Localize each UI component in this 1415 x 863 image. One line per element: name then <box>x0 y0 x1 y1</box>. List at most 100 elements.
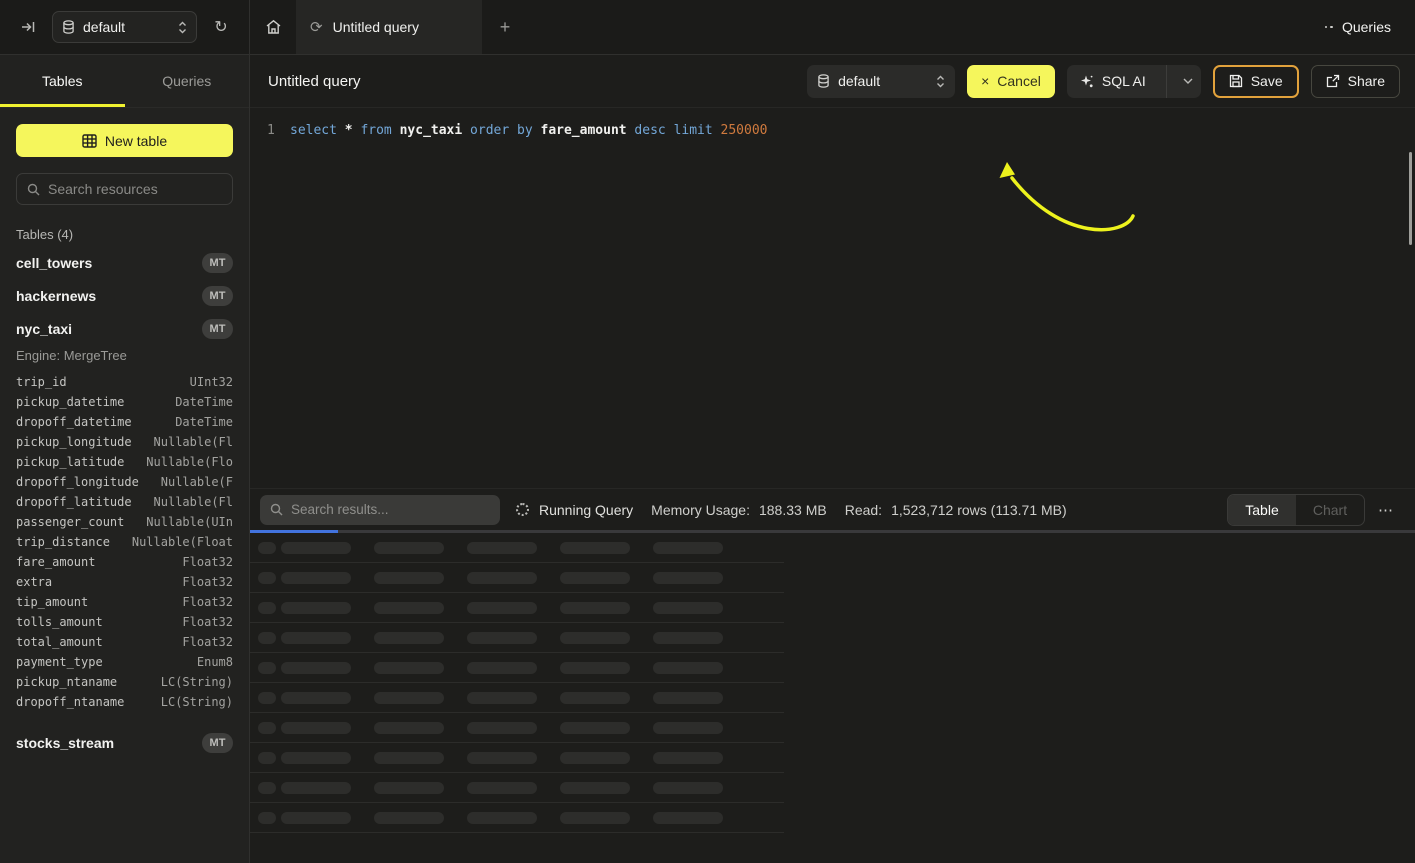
collapse-sidebar-icon[interactable] <box>14 13 42 41</box>
button-divider <box>1166 65 1167 98</box>
table-item-hackernews[interactable]: hackernewsMT <box>16 279 233 312</box>
refresh-icon[interactable]: ↻ <box>207 13 235 41</box>
column-row: trip_distanceNullable(Float <box>16 532 233 552</box>
skeleton-cell <box>281 722 351 734</box>
skeleton-cell <box>467 692 537 704</box>
query-database-selector[interactable]: default <box>807 65 955 98</box>
skeleton-row <box>250 623 784 653</box>
sql-code: select * from nyc_taxi order by fare_amo… <box>290 121 768 141</box>
sidebar-tab-tables[interactable]: Tables <box>0 55 125 107</box>
column-row: passenger_countNullable(UIn <box>16 512 233 532</box>
database-selector[interactable]: default <box>52 11 197 43</box>
skeleton-cell <box>560 812 630 824</box>
skeleton-cell <box>258 752 276 764</box>
sidebar-tab-queries[interactable]: Queries <box>125 55 250 107</box>
skeleton-cell <box>281 542 351 554</box>
results-search-input[interactable] <box>291 502 490 517</box>
skeleton-cell <box>258 632 276 644</box>
cancel-button[interactable]: × Cancel <box>967 65 1055 98</box>
save-label: Save <box>1251 73 1283 89</box>
table-item-stocks_stream[interactable]: stocks_streamMT <box>16 726 233 759</box>
skeleton-cell <box>374 632 444 644</box>
skeleton-cell <box>374 692 444 704</box>
tables-list: cell_towersMThackernewsMTnyc_taxiMTEngin… <box>16 246 233 759</box>
database-icon <box>817 74 830 88</box>
column-row: extraFloat32 <box>16 572 233 592</box>
skeleton-cell <box>281 812 351 824</box>
engine-badge: MT <box>202 253 233 273</box>
tab-bar: ⟳ Untitled query + Queries <box>250 0 1415 55</box>
skeleton-cell <box>467 632 537 644</box>
column-row: dropoff_ntanameLC(String) <box>16 692 233 712</box>
new-table-button[interactable]: New table <box>16 124 233 157</box>
save-button[interactable]: Save <box>1213 65 1299 98</box>
skeleton-row <box>250 803 784 833</box>
save-icon <box>1229 74 1243 88</box>
new-tab-button[interactable]: + <box>482 0 528 54</box>
skeleton-cell <box>467 602 537 614</box>
query-status: Running Query <box>539 502 633 518</box>
skeleton-cell <box>467 542 537 554</box>
results-toolbar: Running Query Memory Usage: 188.33 MB Re… <box>250 489 1415 530</box>
column-type: Nullable(F <box>161 475 233 489</box>
columns-list: trip_id UInt32 pickup_datetimeDateTimedrop… <box>16 372 233 712</box>
top-bar-left: default ↻ <box>0 0 250 55</box>
table-name: nyc_taxi <box>16 321 72 337</box>
skeleton-cell <box>258 602 276 614</box>
share-button[interactable]: Share <box>1311 65 1400 98</box>
view-toggle-table[interactable]: Table <box>1228 495 1296 525</box>
resource-search <box>16 173 233 205</box>
column-type: Float32 <box>182 555 233 569</box>
more-menu-button[interactable]: ⋯ <box>1371 495 1401 525</box>
skeleton-cell <box>653 812 723 824</box>
column-type: DateTime <box>175 415 233 429</box>
home-tab-icon[interactable] <box>250 0 296 54</box>
skeleton-cell <box>653 782 723 794</box>
column-type: UInt32 <box>190 375 233 389</box>
column-row: dropoff_longitude Nullable(F <box>16 472 233 492</box>
tab-bar-spacer <box>528 0 1325 54</box>
sql-editor[interactable]: 1 select * from nyc_taxi order by fare_a… <box>250 108 1415 488</box>
column-name: dropoff_longitude <box>16 475 139 489</box>
skeleton-cell <box>374 752 444 764</box>
column-name: tip_amount <box>16 595 88 609</box>
skeleton-cell <box>653 722 723 734</box>
column-row: fare_amountFloat32 <box>16 552 233 572</box>
resource-search-input[interactable] <box>48 181 229 197</box>
skeleton-cell <box>653 752 723 764</box>
column-name: trip_distance <box>16 535 110 549</box>
chevron-down-icon[interactable] <box>1175 65 1201 98</box>
column-type: Nullable(Fl <box>154 495 233 509</box>
skeleton-row <box>250 743 784 773</box>
table-item-nyc_taxi[interactable]: nyc_taxiMT <box>16 312 233 345</box>
column-type: Enum8 <box>197 655 233 669</box>
sql-ai-button[interactable]: SQL AI <box>1067 65 1201 98</box>
column-name: dropoff_datetime <box>16 415 132 429</box>
table-item-cell_towers[interactable]: cell_towersMT <box>16 246 233 279</box>
skeleton-cell <box>281 692 351 704</box>
column-row: dropoff_latitudeNullable(Fl <box>16 492 233 512</box>
query-header: Untitled query default <box>250 55 1415 108</box>
column-row: pickup_datetimeDateTime <box>16 392 233 412</box>
column-type: Float32 <box>182 575 233 589</box>
skeleton-cell <box>560 782 630 794</box>
column-name: trip_id <box>16 375 67 389</box>
queries-link[interactable]: Queries <box>1325 0 1391 54</box>
engine-badge: MT <box>202 733 233 753</box>
column-type: Float32 <box>182 615 233 629</box>
skeleton-cell <box>281 602 351 614</box>
view-toggle-chart[interactable]: Chart <box>1296 495 1364 525</box>
skeleton-cell <box>467 722 537 734</box>
skeleton-cell <box>560 752 630 764</box>
column-row: pickup_latitudeNullable(Flo <box>16 452 233 472</box>
query-running-icon: ⟳ <box>310 18 323 36</box>
skeleton-cell <box>374 782 444 794</box>
skeleton-cell <box>653 662 723 674</box>
skeleton-cell <box>467 752 537 764</box>
sidebar: TablesQueries New table <box>0 55 250 863</box>
tab-untitled-query[interactable]: ⟳ Untitled query <box>296 0 482 54</box>
skeleton-cell <box>281 752 351 764</box>
skeleton-cell <box>258 662 276 674</box>
results-panel: Running Query Memory Usage: 188.33 MB Re… <box>250 488 1415 863</box>
skeleton-cell <box>467 572 537 584</box>
